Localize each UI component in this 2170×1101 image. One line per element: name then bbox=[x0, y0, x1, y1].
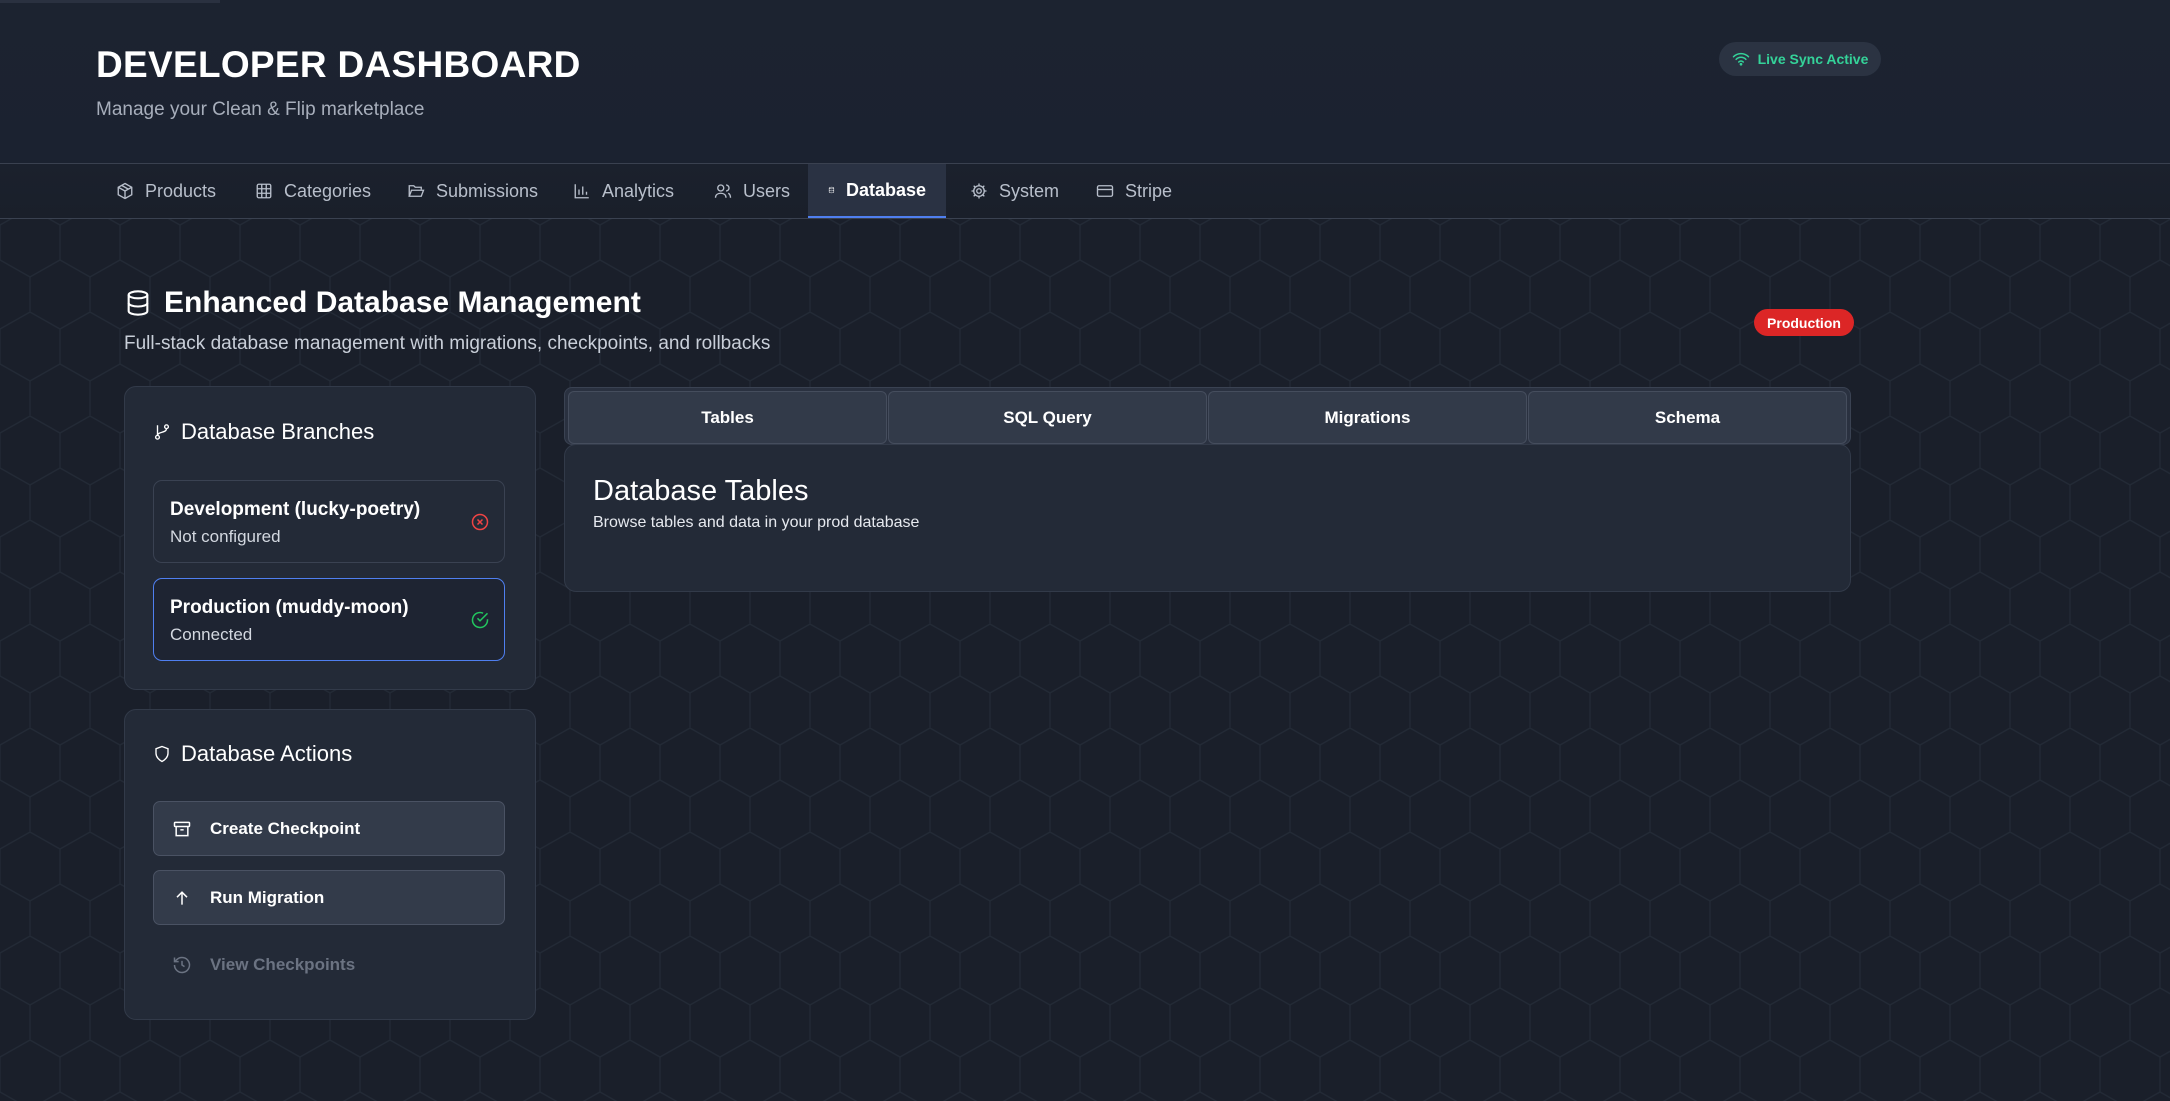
section-description: Full-stack database management with migr… bbox=[124, 333, 771, 354]
create-checkpoint-button[interactable]: Create Checkpoint bbox=[153, 801, 505, 856]
git-branch-icon bbox=[154, 424, 170, 440]
branches-card-title: Database Branches bbox=[153, 419, 374, 445]
wifi-icon bbox=[1732, 52, 1749, 66]
grid-icon bbox=[256, 183, 272, 199]
x-circle-icon bbox=[471, 513, 489, 531]
archive-icon bbox=[173, 821, 191, 836]
page-subtitle: Manage your Clean & Flip marketplace bbox=[96, 99, 425, 120]
button-label: View Checkpoints bbox=[210, 954, 356, 974]
tab-analytics[interactable]: Analytics bbox=[553, 164, 694, 218]
tab-products[interactable]: Products bbox=[96, 164, 236, 218]
live-sync-status: Live Sync Active bbox=[1719, 42, 1881, 76]
panel-description: Browse tables and data in your prod data… bbox=[593, 514, 920, 531]
branch-name: Development (lucky-poetry) bbox=[170, 499, 421, 520]
tab-users[interactable]: Users bbox=[694, 164, 810, 218]
live-sync-label: Live Sync Active bbox=[1757, 51, 1869, 67]
tab-label: Products bbox=[145, 180, 217, 201]
subtab-migrations[interactable]: Migrations bbox=[1208, 391, 1527, 444]
shield-icon bbox=[155, 745, 169, 763]
environment-badge: Production bbox=[1754, 309, 1854, 336]
tab-submissions[interactable]: Submissions bbox=[387, 164, 558, 218]
section-title: Enhanced Database Management bbox=[124, 286, 641, 320]
tab-label: Submissions bbox=[436, 180, 539, 201]
branch-development[interactable]: Development (lucky-poetry) Not configure… bbox=[153, 480, 505, 563]
branch-production[interactable]: Production (muddy-moon) Connected bbox=[153, 578, 505, 661]
view-checkpoints-button[interactable]: View Checkpoints bbox=[153, 937, 505, 992]
tab-label: Stripe bbox=[1125, 180, 1173, 201]
bar-chart-icon bbox=[574, 184, 589, 199]
panel-title: Database Tables bbox=[593, 475, 809, 507]
arrow-up-icon bbox=[176, 890, 188, 905]
database-icon bbox=[828, 186, 835, 194]
run-migration-button[interactable]: Run Migration bbox=[153, 870, 505, 925]
top-loading-bar bbox=[0, 0, 220, 3]
database-tables-panel: Database Tables Browse tables and data i… bbox=[564, 444, 1851, 592]
subtab-schema[interactable]: Schema bbox=[1528, 391, 1847, 444]
credit-card-icon bbox=[1096, 185, 1114, 197]
page-title: DEVELOPER DASHBOARD bbox=[96, 44, 581, 85]
check-circle-icon bbox=[471, 611, 489, 629]
history-icon bbox=[173, 956, 191, 973]
tab-system[interactable]: System bbox=[950, 164, 1079, 218]
users-icon bbox=[714, 184, 732, 198]
main-tabs: Products Categories Submissions Analytic… bbox=[0, 164, 2170, 219]
tab-categories[interactable]: Categories bbox=[235, 164, 391, 218]
actions-card-title: Database Actions bbox=[153, 741, 352, 767]
database-icon bbox=[127, 290, 149, 316]
folder-open-icon bbox=[408, 185, 425, 197]
actions-card: Database Actions Create Checkpoint Run M… bbox=[124, 709, 536, 1020]
subtab-tables[interactable]: Tables bbox=[568, 391, 887, 444]
subtab-sql-query[interactable]: SQL Query bbox=[888, 391, 1207, 444]
database-subtabs: Tables SQL Query Migrations Schema bbox=[564, 387, 1851, 445]
branch-status: Connected bbox=[170, 625, 253, 644]
gear-icon bbox=[971, 183, 987, 199]
button-label: Run Migration bbox=[210, 887, 325, 907]
tab-label: System bbox=[999, 180, 1060, 201]
tab-label: Analytics bbox=[602, 180, 675, 201]
section-title-text: Enhanced Database Management bbox=[164, 286, 641, 319]
tab-stripe[interactable]: Stripe bbox=[1076, 164, 1192, 218]
button-label: Create Checkpoint bbox=[210, 818, 361, 838]
tab-database[interactable]: Database bbox=[808, 164, 946, 218]
dashboard-header: DEVELOPER DASHBOARD Manage your Clean & … bbox=[0, 0, 2170, 164]
box-icon bbox=[117, 182, 133, 200]
branch-status: Not configured bbox=[170, 527, 281, 546]
actions-title-text: Database Actions bbox=[181, 741, 353, 766]
tab-label: Database bbox=[845, 179, 926, 200]
tab-label: Users bbox=[743, 180, 791, 201]
branches-card: Database Branches Development (lucky-poe… bbox=[124, 386, 536, 690]
tab-label: Categories bbox=[284, 180, 372, 201]
branch-name: Production (muddy-moon) bbox=[170, 597, 409, 618]
branches-title-text: Database Branches bbox=[181, 419, 375, 444]
